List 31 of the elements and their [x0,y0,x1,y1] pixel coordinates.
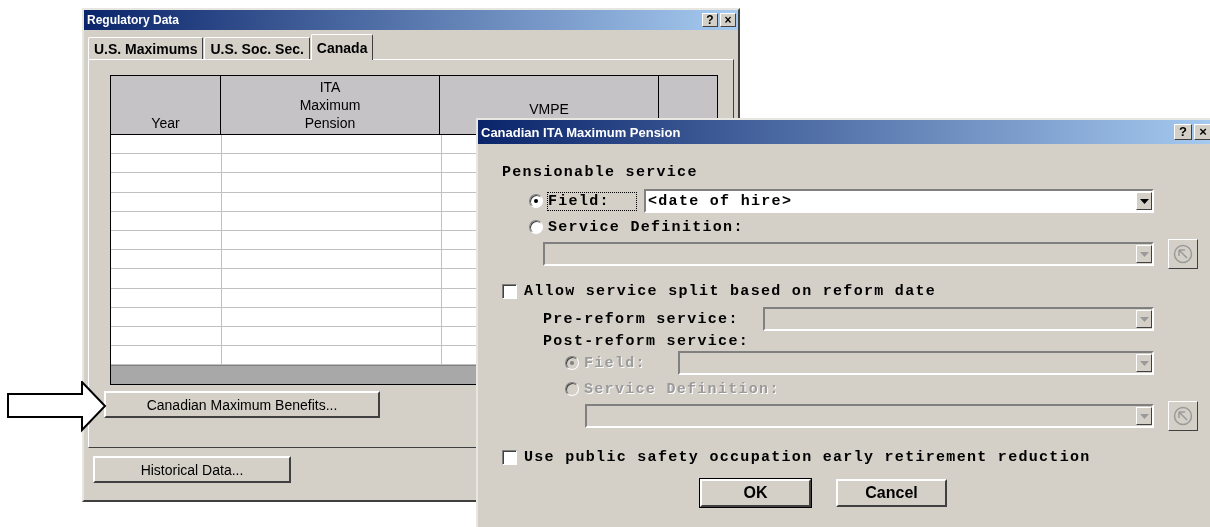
field-label: Post-reform service: [543,332,750,350]
radio-label: Field: [548,192,636,210]
historical-data-button[interactable]: Historical Data... [93,456,291,483]
section-label: Pensionable service [502,164,699,183]
cancel-button[interactable]: Cancel [836,479,947,507]
window-title: Regulatory Data [87,13,181,27]
tab[interactable]: U.S. Soc. Sec. [204,37,310,59]
radio-label: Service Definition: [584,380,780,398]
radio-button[interactable] [529,220,543,234]
canadian-maximum-benefits-button[interactable]: Canadian Maximum Benefits... [104,391,380,419]
checkbox[interactable] [502,449,517,465]
close-button[interactable]: × [720,13,736,27]
checkbox[interactable] [502,283,517,299]
close-button[interactable]: × [1194,124,1210,140]
help-button[interactable]: ? [1174,124,1192,140]
help-button[interactable]: ? [702,13,718,27]
tab[interactable]: U.S. Maximums [88,37,204,59]
radio-label: Field: [584,354,647,372]
radio-label: Service Definition: [548,218,744,236]
dropdown-field[interactable]: <date of hire> [644,189,1154,213]
column-header: Year [111,76,221,134]
radio-button[interactable] [529,194,543,208]
dropdown-field[interactable] [585,404,1154,428]
column-header: ITA Maximum Pension [221,76,440,134]
dropdown-field[interactable] [763,307,1154,331]
checkbox-label: Allow service split based on reform date [524,282,937,300]
tab[interactable]: Canada [310,34,374,60]
checkbox-label: Use public safety occupation early retirement reduction [524,448,1091,466]
field-label: Pre-reform service: [543,310,740,328]
dropdown-field[interactable] [678,351,1154,375]
ok-button[interactable]: OK [700,479,811,507]
